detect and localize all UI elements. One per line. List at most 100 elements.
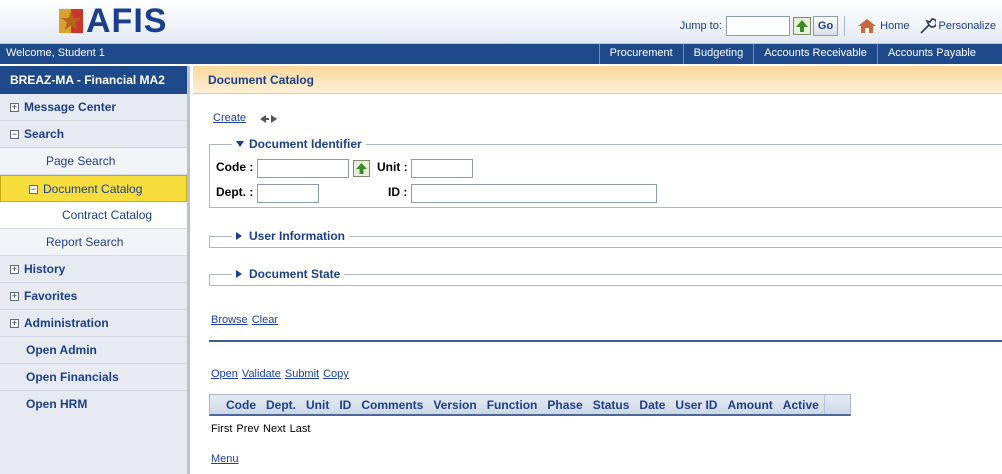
pager: First Prev Next Last — [211, 423, 310, 435]
page-title: Document Catalog — [193, 66, 1002, 94]
column-active[interactable]: Active — [778, 395, 824, 414]
column-phase[interactable]: Phase — [542, 395, 587, 414]
sidebar-item-open-admin[interactable]: Open Admin — [0, 337, 187, 364]
expand-arrow-icon — [236, 232, 242, 240]
personalize-link[interactable]: Personalize — [939, 20, 996, 32]
clear-link[interactable]: Clear — [252, 314, 278, 326]
browse-clear-row: Browse Clear — [211, 314, 278, 326]
document-state-section: Document State — [209, 267, 1002, 286]
legend-label: User Information — [249, 229, 346, 243]
expand-icon[interactable]: + — [10, 103, 19, 112]
sidebar-item-page-search[interactable]: Page Search — [0, 148, 187, 175]
sidebar-item-favorites[interactable]: + Favorites — [0, 283, 187, 310]
document-identifier-section: Document Identifier Code : Unit : Dept. … — [209, 137, 1002, 208]
column-amount[interactable]: Amount — [722, 395, 777, 414]
open-link[interactable]: Open — [211, 368, 238, 380]
pager-prev[interactable]: Prev — [236, 423, 259, 435]
pager-next[interactable]: Next — [263, 423, 286, 435]
code-picker-icon[interactable] — [353, 160, 370, 177]
column-dept[interactable]: Dept. — [261, 395, 301, 414]
sidebar-item-label: History — [24, 262, 66, 276]
results-table-header: Code Dept. Unit ID Comments Version Func… — [209, 394, 851, 416]
sidebar-item-report-search[interactable]: Report Search — [0, 229, 187, 256]
sidebar-item-open-financials[interactable]: Open Financials — [0, 364, 187, 391]
sidebar-item-label: Document Catalog — [43, 182, 143, 196]
document-identifier-toggle[interactable]: Document Identifier — [232, 137, 366, 151]
home-icon[interactable] — [857, 18, 877, 34]
expand-arrow-icon — [236, 270, 242, 278]
sidebar-item-open-hrm[interactable]: Open HRM — [0, 391, 187, 418]
collapse-icon[interactable]: − — [10, 130, 19, 139]
column-unit[interactable]: Unit — [301, 395, 334, 414]
sidebar-item-document-catalog[interactable]: − Document Catalog — [0, 175, 187, 202]
sidebar: BREAZ-MA - Financial MA2 + Message Cente… — [0, 66, 190, 474]
sidebar-item-label: Favorites — [24, 289, 78, 303]
legend-label: Document State — [249, 267, 341, 281]
app-header: AFIS Jump to: Go Home Personalize — [0, 0, 1002, 44]
dept-field[interactable] — [257, 184, 319, 203]
user-information-toggle[interactable]: User Information — [232, 229, 350, 243]
column-id[interactable]: ID — [334, 395, 356, 414]
header-divider — [844, 16, 846, 36]
main-content: Document Catalog Create Document Identif… — [193, 66, 1002, 474]
column-comments[interactable]: Comments — [356, 395, 428, 414]
id-field[interactable] — [411, 184, 657, 203]
jump-lookup-icon[interactable] — [792, 17, 811, 35]
jump-to-label: Jump to: — [679, 20, 722, 32]
legend-label: Document Identifier — [249, 137, 362, 151]
create-row: Create — [213, 112, 278, 124]
action-links: Open Validate Submit Copy — [211, 368, 349, 380]
column-date[interactable]: Date — [634, 395, 670, 414]
top-nav-bar: Welcome, Student 1 Procurement Budgeting… — [0, 44, 1002, 64]
sidebar-item-message-center[interactable]: + Message Center — [0, 94, 187, 121]
column-version[interactable]: Version — [428, 395, 481, 414]
sidebar-item-history[interactable]: + History — [0, 256, 187, 283]
header-tools: Jump to: Go Home Personalize — [680, 15, 996, 37]
module-nav: Procurement Budgeting Accounts Receivabl… — [598, 44, 1002, 64]
collapse-icon[interactable]: − — [29, 185, 38, 194]
nav-accounts-payable[interactable]: Accounts Payable — [876, 44, 1002, 64]
sidebar-item-administration[interactable]: + Administration — [0, 310, 187, 337]
go-button[interactable]: Go — [812, 16, 839, 36]
create-link[interactable]: Create — [213, 112, 246, 124]
sidebar-item-contract-catalog[interactable]: Contract Catalog — [0, 202, 187, 229]
user-information-section: User Information — [209, 229, 1002, 248]
pager-first[interactable]: First — [211, 423, 232, 435]
submit-link[interactable]: Submit — [285, 368, 319, 380]
sidebar-item-search[interactable]: − Search — [0, 121, 187, 148]
sidebar-item-label: Message Center — [24, 100, 117, 114]
nav-accounts-receivable[interactable]: Accounts Receivable — [753, 44, 877, 64]
column-function[interactable]: Function — [482, 395, 543, 414]
arrows-icon[interactable] — [260, 113, 278, 123]
afis-logo[interactable]: AFIS — [58, 1, 167, 41]
dept-label: Dept. : — [216, 185, 254, 199]
unit-label: Unit : — [377, 160, 408, 174]
document-state-toggle[interactable]: Document State — [232, 267, 345, 281]
expand-icon[interactable]: + — [10, 319, 19, 328]
home-link[interactable]: Home — [880, 20, 909, 32]
expand-icon[interactable]: + — [10, 265, 19, 274]
logo-text: AFIS — [86, 2, 168, 40]
code-field[interactable] — [257, 159, 349, 178]
column-user-id[interactable]: User ID — [670, 395, 722, 414]
copy-link[interactable]: Copy — [323, 368, 349, 380]
sidebar-item-label: Administration — [24, 316, 109, 330]
column-spacer — [823, 395, 850, 414]
menu-link[interactable]: Menu — [211, 453, 239, 465]
sidebar-item-label: Search — [24, 127, 65, 141]
welcome-message: Welcome, Student 1 — [6, 47, 105, 59]
browse-link[interactable]: Browse — [211, 314, 248, 326]
arizona-flag-icon — [58, 7, 84, 35]
column-status[interactable]: Status — [588, 395, 635, 414]
pager-last[interactable]: Last — [290, 423, 311, 435]
section-divider — [209, 340, 1002, 342]
jump-to-input[interactable] — [725, 16, 790, 36]
validate-link[interactable]: Validate — [242, 368, 281, 380]
unit-field[interactable] — [411, 159, 473, 178]
expand-icon[interactable]: + — [10, 292, 19, 301]
wrench-icon[interactable] — [918, 17, 937, 35]
column-code[interactable]: Code — [210, 395, 261, 414]
nav-procurement[interactable]: Procurement — [598, 44, 683, 64]
collapse-arrow-icon — [236, 141, 244, 147]
nav-budgeting[interactable]: Budgeting — [682, 44, 754, 64]
